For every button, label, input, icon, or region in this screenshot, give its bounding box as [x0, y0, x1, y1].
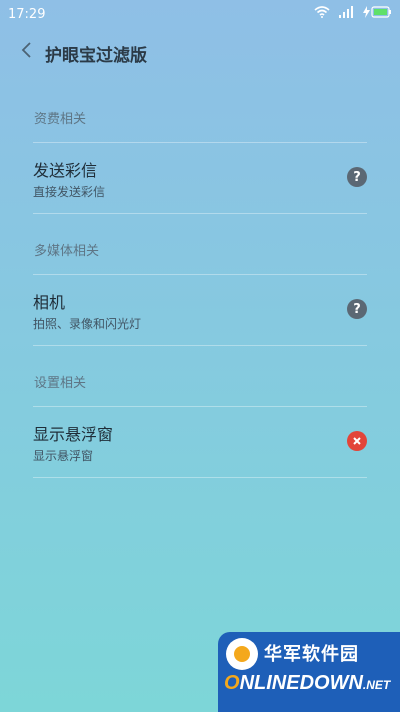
setting-title: 显示悬浮窗 — [33, 425, 114, 444]
setting-subtitle: 直接发送彩信 — [33, 185, 106, 199]
status-icons — [314, 6, 392, 18]
signal-icon — [338, 6, 354, 18]
setting-row-floating-window[interactable]: 显示悬浮窗 显示悬浮窗 — [33, 406, 367, 478]
watermark-cn-text: 华军软件园 — [264, 644, 359, 665]
setting-title: 相机 — [33, 293, 66, 312]
chevron-left-icon — [20, 41, 32, 63]
page-title: 护眼宝过滤版 — [45, 46, 147, 66]
section-header-charges: 资费相关 — [34, 112, 87, 127]
deny-icon[interactable] — [347, 431, 367, 451]
watermark-en-text: ONLINEDOWN.NET — [224, 672, 391, 694]
status-time: 17:29 — [8, 7, 46, 22]
settings-list: 资费相关 发送彩信 直接发送彩信 ? 多媒体相关 相机 拍照、录像和闪光灯 ? … — [0, 98, 400, 478]
battery-charging-icon — [362, 6, 392, 18]
title-bar: 护眼宝过滤版 — [0, 28, 400, 78]
section-header-multimedia: 多媒体相关 — [34, 244, 100, 259]
back-button[interactable] — [12, 38, 40, 66]
section-header-settings: 设置相关 — [34, 376, 87, 391]
setting-subtitle: 显示悬浮窗 — [33, 449, 94, 463]
setting-row-camera[interactable]: 相机 拍照、录像和闪光灯 ? — [33, 274, 367, 346]
watermark-logo: 华军软件园 ONLINEDOWN.NET — [218, 632, 400, 712]
setting-row-send-mms[interactable]: 发送彩信 直接发送彩信 ? — [33, 142, 367, 214]
status-bar: 17:29 — [0, 0, 400, 28]
setting-subtitle: 拍照、录像和闪光灯 — [33, 317, 142, 331]
help-icon[interactable]: ? — [347, 299, 367, 319]
app-screen: 17:29 护眼宝过滤版 资费相关 发送彩信 直接发送彩信 ? 多媒体相关 相机… — [0, 0, 400, 712]
setting-title: 发送彩信 — [33, 161, 98, 180]
onlinedown-logo-icon — [226, 638, 258, 670]
wifi-icon — [314, 6, 330, 18]
help-icon[interactable]: ? — [347, 167, 367, 187]
